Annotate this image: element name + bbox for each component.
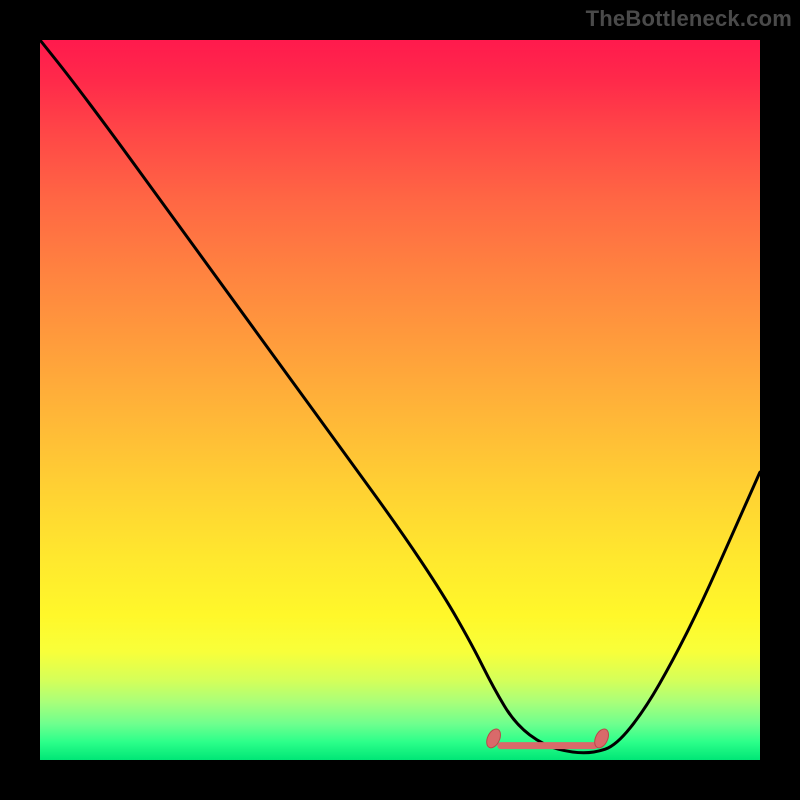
watermark-text: TheBottleneck.com <box>586 6 792 32</box>
curve-path <box>40 40 760 753</box>
chart-frame: TheBottleneck.com <box>0 0 800 800</box>
bottleneck-curve <box>40 40 760 760</box>
flat-left-cap <box>484 727 503 750</box>
flat-right-cap <box>592 727 611 750</box>
plot-area <box>40 40 760 760</box>
